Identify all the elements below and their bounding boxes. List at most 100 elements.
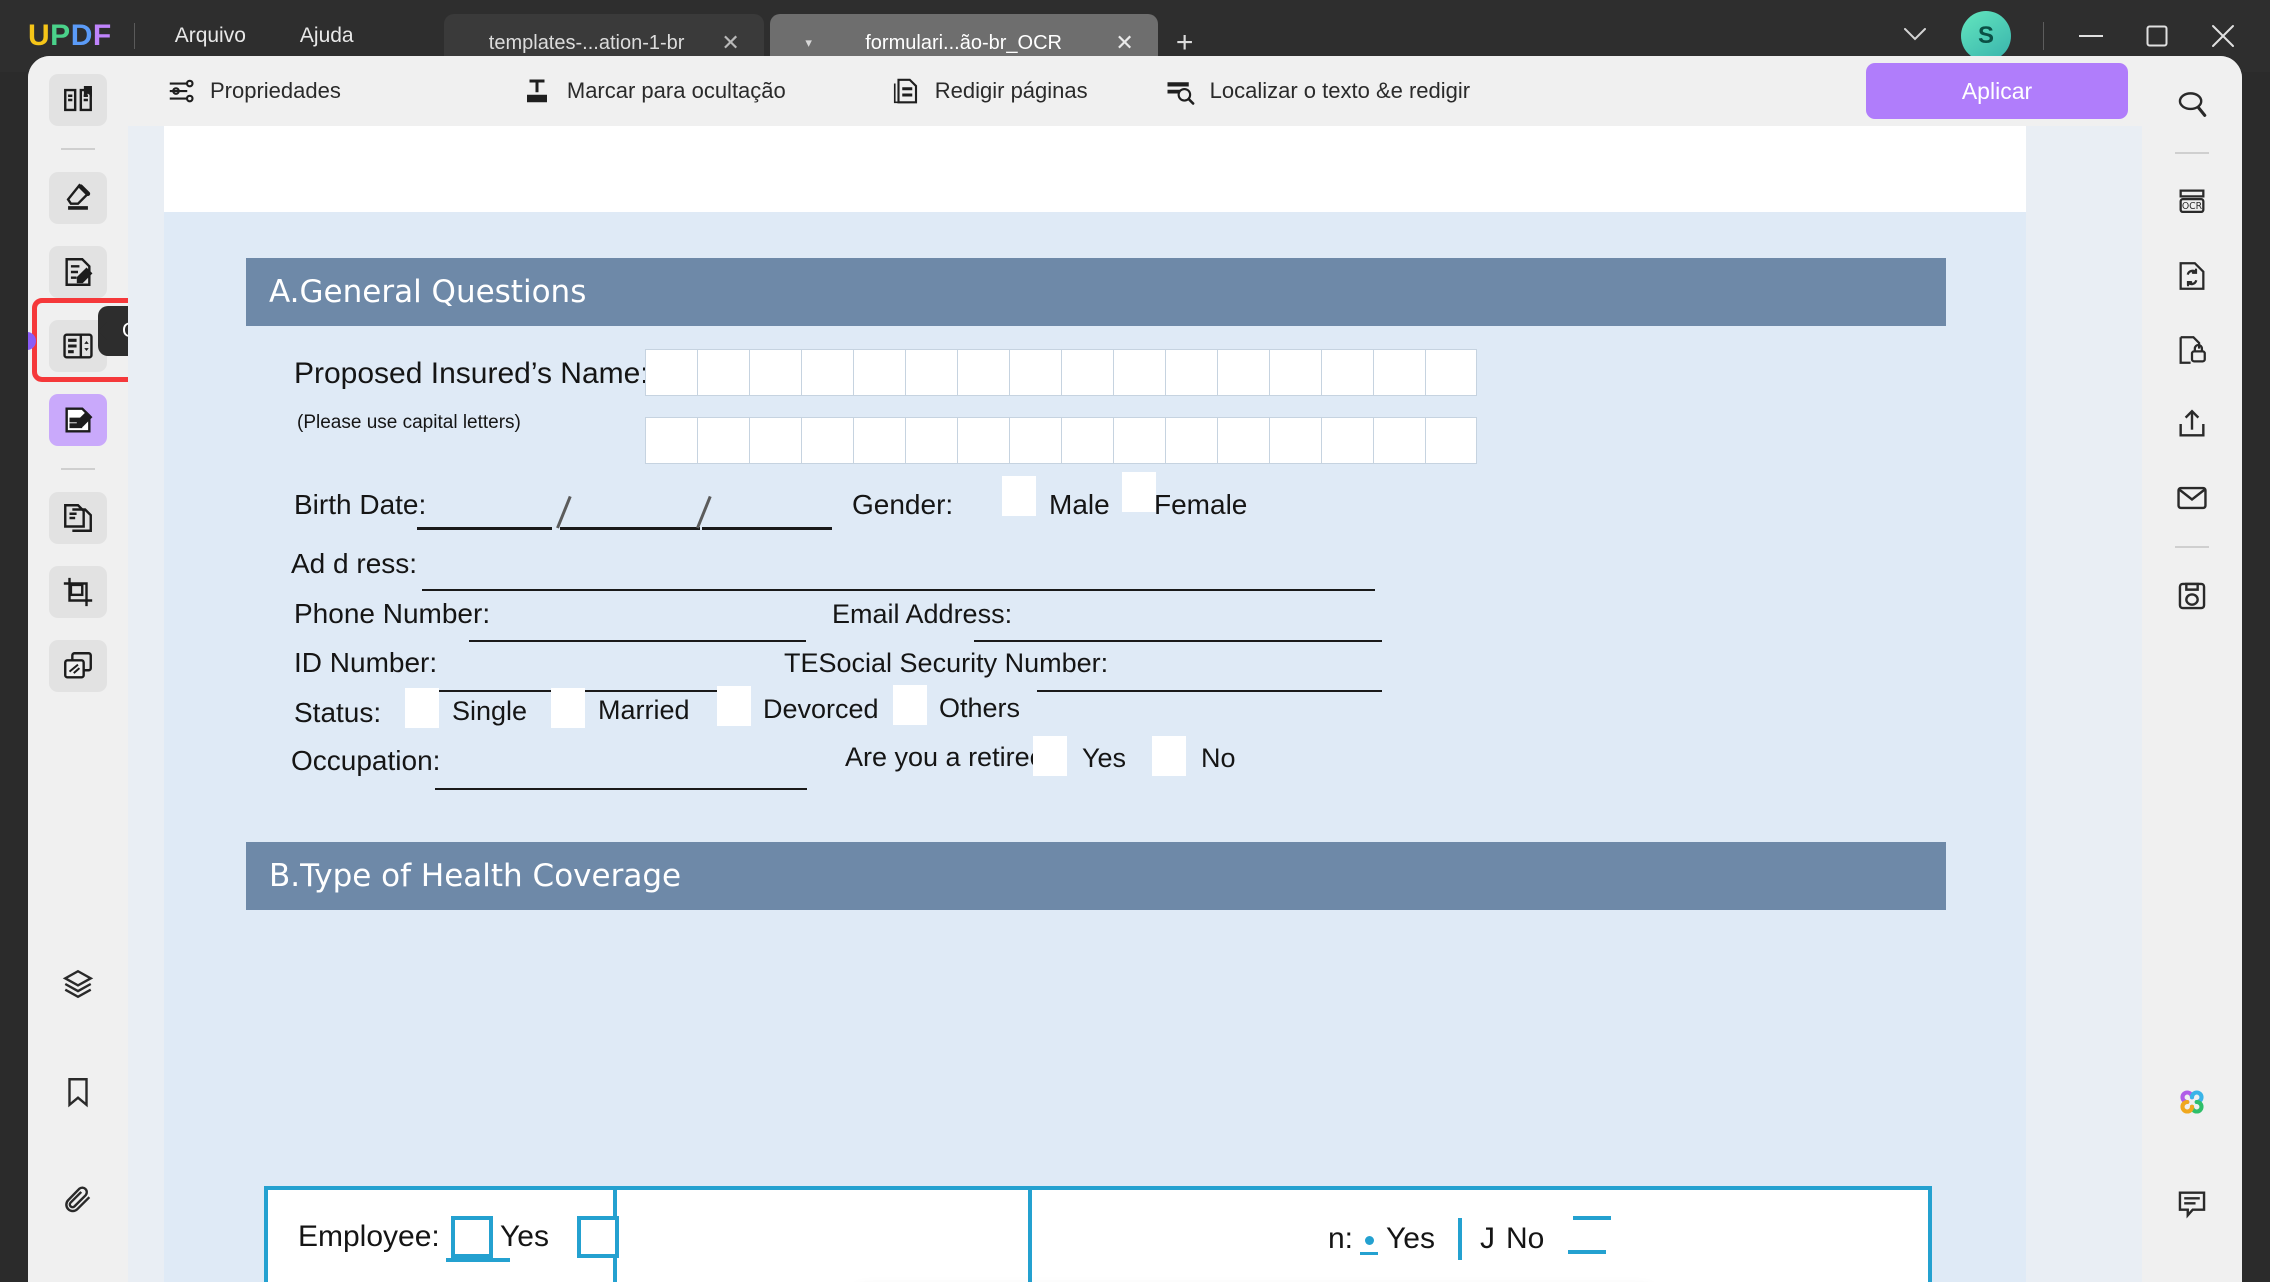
sidebar-item-attachments[interactable] [49,1174,107,1226]
sidebar-item-edit[interactable] [49,246,107,298]
tab-templates-close-icon[interactable]: ✕ [708,30,754,56]
retiree-yes-checkbox[interactable] [1033,736,1067,776]
sidebar-item-read[interactable] [49,74,107,126]
name-cell[interactable] [1061,349,1113,396]
status-devorced-checkbox[interactable] [717,686,751,726]
phone-field[interactable] [469,640,806,642]
rail-convert[interactable] [2163,250,2221,302]
gender-female-checkbox[interactable] [1122,472,1156,512]
email-field[interactable] [974,640,1382,642]
name-cell[interactable] [905,417,957,464]
name-cell[interactable] [801,417,853,464]
employee-no-checkbox[interactable] [577,1216,619,1258]
status-single-checkbox[interactable] [405,688,439,728]
name-cell[interactable] [1269,417,1321,464]
tab-formulario-ocr-close-icon[interactable]: ✕ [1102,30,1148,56]
name-cell[interactable] [905,349,957,396]
name-cell[interactable] [1217,349,1269,396]
name-cell[interactable] [1009,349,1061,396]
name-cell[interactable] [801,349,853,396]
dependent-underline-1[interactable] [1360,1252,1378,1255]
name-cell[interactable] [1321,349,1373,396]
rail-ocr[interactable]: OCR [2163,176,2221,228]
name-cell[interactable] [853,417,905,464]
name-cell[interactable] [1373,417,1425,464]
name-cell[interactable] [645,349,697,396]
name-cells-row-1[interactable] [645,349,1477,396]
name-cell[interactable] [1009,417,1061,464]
apply-button[interactable]: Aplicar [1866,63,2128,119]
employee-underline[interactable] [446,1258,510,1262]
sidebar-item-crop[interactable] [49,566,107,618]
name-cell[interactable] [957,417,1009,464]
name-cell[interactable] [1165,417,1217,464]
ssn-field[interactable] [1037,690,1382,692]
titlebar-divider [133,23,135,49]
address-field[interactable] [422,589,1375,591]
name-cell[interactable] [1165,349,1217,396]
rail-email[interactable] [2163,472,2221,524]
mark-for-redaction-button[interactable]: Marcar para ocultação [521,76,786,106]
name-cell[interactable] [1373,349,1425,396]
sidebar-item-highlight[interactable] [49,172,107,224]
name-cell[interactable] [749,417,801,464]
redact-pages-button[interactable]: Redigir páginas [891,76,1088,106]
find-and-redact-button[interactable]: Localizar o texto &e redigir [1164,76,1470,106]
name-cells-row-2[interactable] [645,417,1477,464]
rail-search[interactable] [2163,78,2221,130]
section-b-highlight-block[interactable]: Employee: Yes Plan Choice: Plan Choice: … [264,1186,1932,1282]
name-cell[interactable] [957,349,1009,396]
properties-button[interactable]: Propriedades [166,76,341,106]
gender-male-checkbox[interactable] [1002,476,1036,516]
pdf-page[interactable]: A.General Questions Proposed Insured’s N… [164,126,2026,1282]
sidebar-item-organize[interactable] [49,492,107,544]
label-gender-female: Female [1154,489,1248,520]
sidebar-item-bookmarks[interactable] [49,1066,107,1118]
dependent-underline-2[interactable] [1573,1216,1611,1220]
birth-date-field-3[interactable] [702,527,832,530]
name-cell[interactable] [1113,417,1165,464]
menu-ajuda[interactable]: Ajuda [282,16,372,56]
name-cell[interactable] [749,349,801,396]
birth-date-field-2[interactable] [560,527,700,530]
name-cell[interactable] [1425,417,1477,464]
rail-save[interactable] [2163,570,2221,622]
name-cell[interactable] [1061,417,1113,464]
name-cell[interactable] [1425,349,1477,396]
name-cell[interactable] [697,349,749,396]
rail-ai-assistant[interactable] [2163,1076,2221,1128]
right-sidebar-bottom [2163,1076,2221,1282]
chevron-down-icon[interactable] [1887,26,1943,46]
status-married-checkbox[interactable] [551,688,585,728]
name-cell[interactable] [1321,417,1373,464]
birth-date-field-1[interactable] [417,527,552,530]
name-cell[interactable] [1217,417,1269,464]
name-cell[interactable] [645,417,697,464]
name-cell[interactable] [1269,349,1321,396]
retiree-no-checkbox[interactable] [1152,736,1186,776]
status-others-checkbox[interactable] [893,685,927,725]
name-cell[interactable] [853,349,905,396]
employee-yes-checkbox[interactable] [451,1216,493,1258]
avatar[interactable]: S [1961,11,2011,61]
tab-templates-label: templates-...ation-1-br [488,31,685,54]
rail-protect[interactable] [2163,324,2221,376]
id-number-field[interactable] [430,690,746,692]
rail-share[interactable] [2163,398,2221,450]
rail-comments[interactable] [2163,1178,2221,1230]
redaction-text-icon [521,76,553,106]
name-cell[interactable] [697,417,749,464]
tab-dropdown-caret-icon[interactable]: ▾ [792,35,826,51]
sidebar-item-layers[interactable] [49,958,107,1010]
occupation-field[interactable] [435,788,807,790]
name-cell[interactable] [1113,349,1165,396]
menu-arquivo[interactable]: Arquivo [157,16,264,56]
redact-pages-label: Redigir páginas [934,78,1088,103]
dependent-underline-3[interactable] [1568,1250,1606,1254]
right-sidebar-separator-2 [2175,546,2209,548]
dependent-bullet-icon [1365,1236,1374,1245]
panel-collapse-handle[interactable] [28,332,36,350]
sidebar-item-redact[interactable] [49,394,107,446]
document-canvas[interactable]: A.General Questions Proposed Insured’s N… [128,126,2142,1282]
sidebar-item-compare[interactable] [49,640,107,692]
